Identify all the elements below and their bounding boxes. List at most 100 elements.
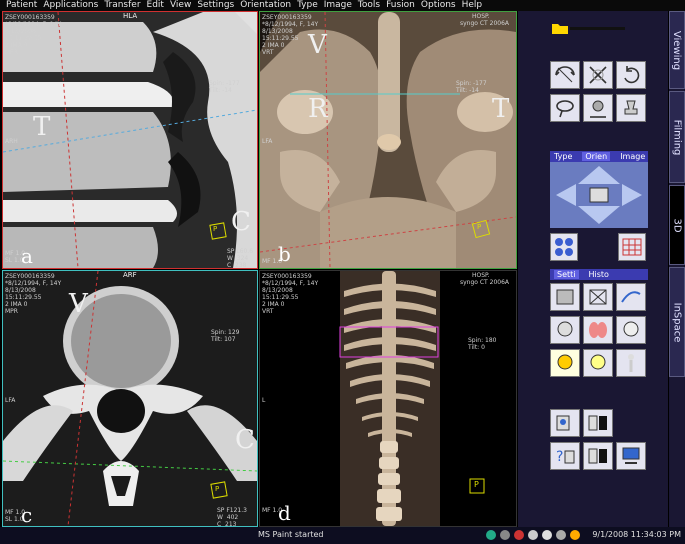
tab-type[interactable]: Type [554, 152, 572, 161]
menu-transfer[interactable]: Transfer [104, 0, 140, 11]
help-query-button[interactable]: ? [550, 442, 580, 470]
side-label: LFA [262, 138, 273, 145]
orientation-label: ARF [123, 271, 137, 279]
menu-help[interactable]: Help [462, 0, 483, 11]
preset-head-yellow-button[interactable] [550, 349, 580, 377]
letter-t: T [492, 94, 510, 124]
position-marker: P [474, 480, 479, 489]
clock: 9/1/2008 11:34:03 PM [592, 530, 681, 539]
hospital-name: HOSP. [472, 272, 490, 279]
alert-icon[interactable] [514, 530, 524, 540]
svg-text:?: ? [556, 449, 563, 465]
menu-patient[interactable]: Patient [6, 0, 37, 11]
copy-series-button[interactable] [583, 409, 613, 437]
layout-3x3-icon [622, 238, 642, 256]
tab-filming[interactable]: Filming [669, 91, 685, 183]
settings-group-tabs: Setti Histo [550, 269, 648, 280]
tab-histo[interactable]: Histo [589, 270, 609, 279]
side-label: ARH [5, 138, 18, 145]
letter-c: C [231, 207, 251, 237]
menu-tools[interactable]: Tools [358, 0, 380, 11]
vessel-preset-icon [621, 291, 641, 303]
menu-settings[interactable]: Settings [197, 0, 234, 11]
software-version: syngo CT 2006A [460, 279, 510, 286]
panel-letter: d [278, 501, 291, 525]
skull-icon [623, 321, 639, 337]
head-highlight-icon [557, 354, 573, 370]
folder-icon[interactable] [550, 21, 630, 35]
copy-series-icon [588, 415, 607, 431]
position-marker: P [213, 225, 218, 233]
window-info: SP F121.3 W 402 C 213 [217, 507, 247, 527]
hand-icon[interactable] [570, 530, 580, 540]
bone-preset-icon [556, 289, 574, 305]
transfer-series-button[interactable] [583, 442, 613, 470]
preset-head-button[interactable] [550, 316, 580, 344]
side-label: LFA [5, 397, 16, 404]
spin-tilt: Spin: -177 Tilt: -14 [456, 80, 487, 94]
preset-grid-button[interactable] [583, 283, 613, 311]
viewport-a-sagittal[interactable]: HLA ZSEY000163359 *8/12/1994, F, 14Y 8/1… [2, 11, 258, 269]
scissors-button[interactable] [583, 61, 613, 89]
head-icon [557, 321, 573, 337]
menu-fusion[interactable]: Fusion [386, 0, 415, 11]
side-label: L [262, 397, 266, 404]
transfer-icon [588, 448, 607, 464]
face-icon [590, 354, 606, 370]
patient-info: ZSEY000163359 *8/12/1994, F, 14Y 8/13/20… [5, 273, 62, 315]
send-button[interactable] [616, 442, 646, 470]
tab-3d[interactable]: 3D [669, 185, 685, 265]
export-image-button[interactable] [550, 409, 580, 437]
sculpt-icon [590, 100, 606, 118]
security-icon[interactable] [528, 530, 538, 540]
position-marker: P [215, 485, 220, 493]
menu-image[interactable]: Image [324, 0, 352, 11]
control-panel: Type Orien Image Setti Histo ? [518, 11, 668, 527]
sound-icon[interactable] [556, 530, 566, 540]
lasso-button[interactable] [550, 94, 580, 122]
panel-letter: a [21, 244, 33, 268]
update-icon[interactable] [542, 530, 552, 540]
preset-lung-button[interactable] [583, 316, 613, 344]
menu-options[interactable]: Options [421, 0, 456, 11]
tray-icon[interactable] [500, 530, 510, 540]
letter-c: C [235, 425, 255, 455]
preset-vessel-button[interactable] [616, 283, 646, 311]
menu-view[interactable]: View [170, 0, 191, 11]
rotate-button[interactable] [616, 61, 646, 89]
network-icon[interactable] [486, 530, 496, 540]
menu-type[interactable]: Type [297, 0, 318, 11]
orientation-label: HLA [123, 12, 138, 20]
position-marker: P [477, 223, 482, 231]
preset-bone-button[interactable] [550, 283, 580, 311]
application-tabs: Viewing Filming 3D InSpace [669, 11, 685, 527]
lung-icon [589, 322, 607, 338]
menu-orientation[interactable]: Orientation [240, 0, 291, 11]
layout-3x3-button[interactable] [618, 233, 646, 261]
preset-skull-button[interactable] [616, 316, 646, 344]
software-version: syngo CT 2006A [460, 20, 510, 27]
tab-inspace[interactable]: InSpace [669, 267, 685, 377]
orientation-cube-widget[interactable] [550, 162, 648, 228]
patient-info: ZSEY000163359 *8/12/1994, F, 14Y 8/13/20… [262, 273, 319, 315]
tab-orien[interactable]: Orien [582, 152, 611, 161]
taskbar: MS Paint started 9/1/2008 11:34:03 PM [0, 527, 685, 544]
rotate-3d-icon [555, 66, 575, 83]
menu-edit[interactable]: Edit [147, 0, 164, 11]
viewport-d-vrt[interactable]: HOSP. syngo CT 2006A ZSEY000163359 *8/12… [259, 270, 517, 527]
viewport-c-axial[interactable]: ARF ZSEY000163359 *8/12/1994, F, 14Y 8/1… [2, 270, 258, 527]
preset-face-button[interactable] [583, 349, 613, 377]
viewport-b-vrt[interactable]: HOSP. syngo CT 2006A ZSEY000163359 *8/12… [259, 11, 517, 269]
tab-image[interactable]: Image [620, 152, 645, 161]
stamp-button[interactable] [616, 94, 646, 122]
preset-body-button[interactable] [616, 349, 646, 377]
lasso-icon [556, 100, 574, 118]
orientation-arrows-icon [556, 166, 642, 224]
tab-viewing[interactable]: Viewing [669, 11, 685, 89]
sculpt-button[interactable] [583, 94, 613, 122]
menu-applications[interactable]: Applications [43, 0, 98, 11]
layout-2x2-button[interactable] [550, 233, 578, 261]
rotate-3d-button[interactable] [550, 61, 580, 89]
export-icon [556, 415, 570, 431]
tab-setti[interactable]: Setti [554, 270, 579, 279]
